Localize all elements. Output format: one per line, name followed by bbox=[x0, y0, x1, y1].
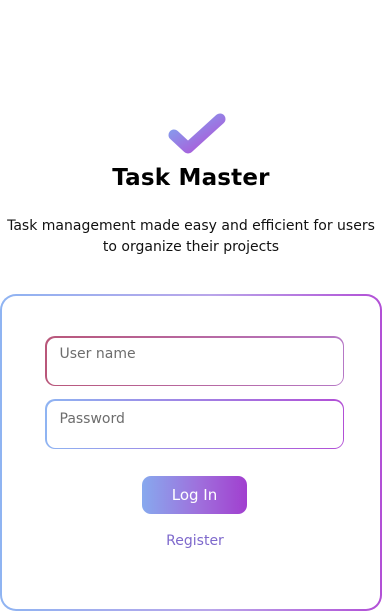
password-input[interactable] bbox=[46, 400, 343, 448]
check-mark-icon bbox=[166, 113, 230, 159]
username-input[interactable] bbox=[46, 337, 343, 385]
app-subtitle: Task management made easy and efficient … bbox=[7, 218, 375, 255]
app-title: Task Master bbox=[112, 165, 270, 191]
login-button[interactable]: Log In bbox=[142, 476, 247, 514]
register-link[interactable]: Register bbox=[0, 533, 382, 549]
password-field-frame bbox=[45, 399, 344, 449]
username-field-frame bbox=[45, 336, 344, 386]
